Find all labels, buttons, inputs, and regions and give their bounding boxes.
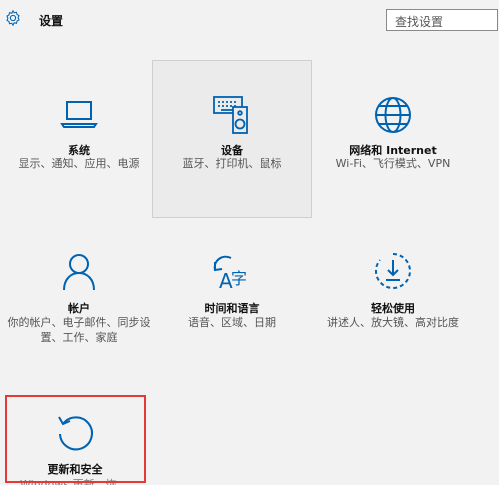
tile-description: 你的帐户、电子邮件、同步设置、工作、家庭 [7,316,151,344]
globe-icon [372,94,414,136]
search-input[interactable] [386,9,498,31]
tile-devices[interactable]: 设备 蓝牙、打印机、鼠标 [152,60,312,218]
gear-icon [4,9,22,27]
tile-network[interactable]: 网络和 Internet Wi-Fi、飞行模式、VPN [314,60,472,216]
tile-system[interactable]: 系统 显示、通知、应用、电源 [0,60,158,216]
tile-description: 蓝牙、打印机、鼠标 [182,157,282,170]
tile-time-language[interactable]: A 字 时间和语言 语音、区域、日期 [157,218,307,374]
laptop-icon [58,94,100,136]
svg-text:字: 字 [231,269,247,288]
tile-description: 讲述人、放大镜、高对比度 [327,316,459,329]
tile-description: Wi-Fi、飞行模式、VPN [335,157,451,170]
ease-of-access-icon [372,250,414,292]
tile-ease-of-access[interactable]: 轻松使用 讲述人、放大镜、高对比度 [314,218,472,374]
tile-label: 帐户 [68,302,90,315]
highlight-box [5,395,146,483]
tile-label: 轻松使用 [371,302,415,315]
time-language-icon: A 字 [211,250,253,292]
person-icon [58,250,100,292]
header: 设置 [0,0,499,42]
tile-description: 语音、区域、日期 [188,316,276,329]
tile-accounts[interactable]: 帐户 你的帐户、电子邮件、同步设置、工作、家庭 [0,218,158,374]
tile-label: 时间和语言 [204,302,260,315]
tile-description: 显示、通知、应用、电源 [18,157,140,170]
page-title: 设置 [39,14,64,28]
keyboard-speaker-icon [211,94,253,136]
